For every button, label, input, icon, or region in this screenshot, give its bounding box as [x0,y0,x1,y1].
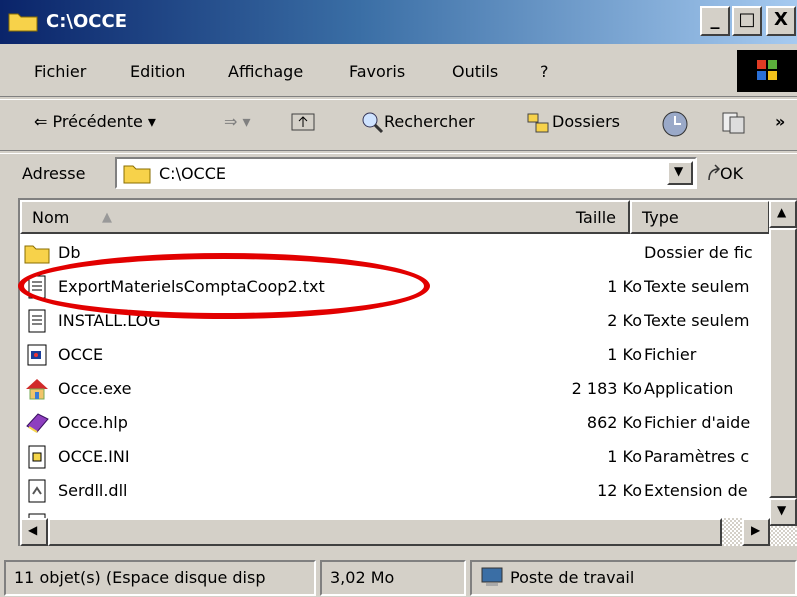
arrow-left-icon: ◀ [28,523,38,537]
close-button[interactable]: X [766,6,796,36]
maximize-button[interactable]: □ [732,6,762,36]
file-row-occe-ini[interactable]: OCCE.INI 1 Ko Paramètres c [20,440,770,474]
file-row-occe-hlp[interactable]: Occe.hlp 862 Ko Fichier d'aide [20,406,770,440]
history-icon[interactable] [660,110,690,138]
scroll-thumb[interactable] [769,228,797,498]
folder-icon [24,245,50,264]
horizontal-scrollbar[interactable]: ◀ ▶ [20,518,770,546]
text-file-icon [28,309,46,333]
column-size-label: Taille [575,208,616,227]
folder-icon [123,165,151,184]
highlight-oval [18,253,430,319]
status-size: 3,02 Mo [320,560,466,596]
file-type: Texte seulem [644,277,750,296]
file-size: 12 Ko [597,481,642,500]
folders-icon [527,113,549,133]
file-row-serdll-dll[interactable]: Serdll.dll 12 Ko Extension de [20,474,770,508]
menu-fichier[interactable]: Fichier [34,62,86,81]
vertical-scrollbar[interactable]: ▲ ▼ [769,200,797,546]
file-list: Nom ▲ Taille Type Db Dossier de fic Expo… [18,198,797,546]
status-location-label: Poste de travail [510,568,635,587]
address-dropdown-button[interactable]: ▼ [667,161,693,185]
search-icon [362,112,384,134]
menu-edition[interactable]: Edition [130,62,185,81]
file-size: 2 Ko [607,311,642,330]
sort-ascending-icon: ▲ [102,210,112,225]
address-label: Adresse [22,164,86,183]
title-bar[interactable]: C:\OCCE _ □ X [0,0,797,44]
up-folder-icon[interactable] [290,110,316,134]
address-value: C:\OCCE [159,164,226,183]
menu-outils[interactable]: Outils [452,62,498,81]
toolbar-overflow-chevron-icon[interactable]: » [775,112,785,131]
menu-favoris[interactable]: Favoris [349,62,405,81]
computer-icon [481,567,503,586]
move-to-icon[interactable] [720,110,748,136]
explorer-window: C:\OCCE _ □ X Fichier Edition Affichage … [0,0,797,597]
file-size: 2 183 Ko [571,379,642,398]
file-row-occe-exe[interactable]: Occe.exe 2 183 Ko Application [20,372,770,406]
file-row-occe[interactable]: OCCE 1 Ko Fichier [20,338,770,372]
menu-help[interactable]: ? [540,62,549,81]
file-size: 1 Ko [607,345,642,364]
file-type: Texte seulem [644,311,750,330]
scroll-down-button[interactable]: ▼ [769,498,797,526]
help-book-icon [26,413,49,433]
forward-button[interactable]: ⇒ ▾ [224,112,251,131]
arrow-up-icon: ▲ [777,205,787,219]
search-button[interactable]: Rechercher [384,112,475,131]
column-name-label: Nom [32,208,70,227]
file-size: 1 Ko [607,447,642,466]
file-type: Application [644,379,734,398]
arrow-right-icon: ▶ [751,523,761,537]
file-type: Fichier [644,345,697,364]
menu-bar: Fichier Edition Affichage Favoris Outils… [0,44,797,96]
column-header-type[interactable]: Type [630,200,770,234]
menu-affichage[interactable]: Affichage [228,62,303,81]
chevron-down-icon: ▼ [674,164,684,178]
house-app-icon [26,379,48,400]
file-type: Dossier de fic [644,243,753,262]
file-size: 1 Ko [607,277,642,296]
back-label: Précédente [52,112,143,131]
file-name: Occe.hlp [58,413,128,432]
file-type: Fichier d'aide [644,413,751,432]
folders-button[interactable]: Dossiers [552,112,620,131]
file-name: Serdll.dll [58,481,128,500]
back-button[interactable]: ⇐ Précédente ▾ [34,112,156,131]
go-button[interactable]: OK [720,164,743,183]
status-location: Poste de travail [470,560,797,596]
window-title: C:\OCCE [46,11,127,32]
generic-file-icon [27,344,47,366]
column-type-label: Type [642,208,679,227]
minimize-button[interactable]: _ [700,6,730,36]
address-input[interactable]: C:\OCCE ▼ [115,157,697,189]
file-name: Occe.exe [58,379,132,398]
windows-logo-icon [737,50,797,92]
column-header-name[interactable]: Nom ▲ Taille [20,200,630,234]
arrow-down-icon: ▼ [777,503,787,517]
status-bar: 11 objet(s) (Espace disque disp 3,02 Mo … [0,548,797,597]
file-name: OCCE.INI [58,447,130,466]
file-name: Db [58,243,81,262]
file-name: OCCE [58,345,104,364]
toolbar: ⇐ Précédente ▾ ⇒ ▾ Rechercher Dossiers » [0,98,797,150]
file-type: Extension de [644,481,748,500]
dll-file-icon [28,479,46,503]
file-type: Paramètres c [644,447,750,466]
status-object-count: 11 objet(s) (Espace disque disp [4,560,316,596]
scroll-right-button[interactable]: ▶ [742,518,770,546]
file-row-partial[interactable] [20,508,770,518]
file-size: 862 Ko [586,413,642,432]
folder-icon [8,13,38,32]
hscroll-thumb[interactable] [48,518,722,546]
settings-file-icon [28,445,46,469]
scroll-left-button[interactable]: ◀ [20,518,48,546]
scroll-up-button[interactable]: ▲ [769,200,797,228]
address-bar: Adresse C:\OCCE ▼ OK [0,152,797,196]
